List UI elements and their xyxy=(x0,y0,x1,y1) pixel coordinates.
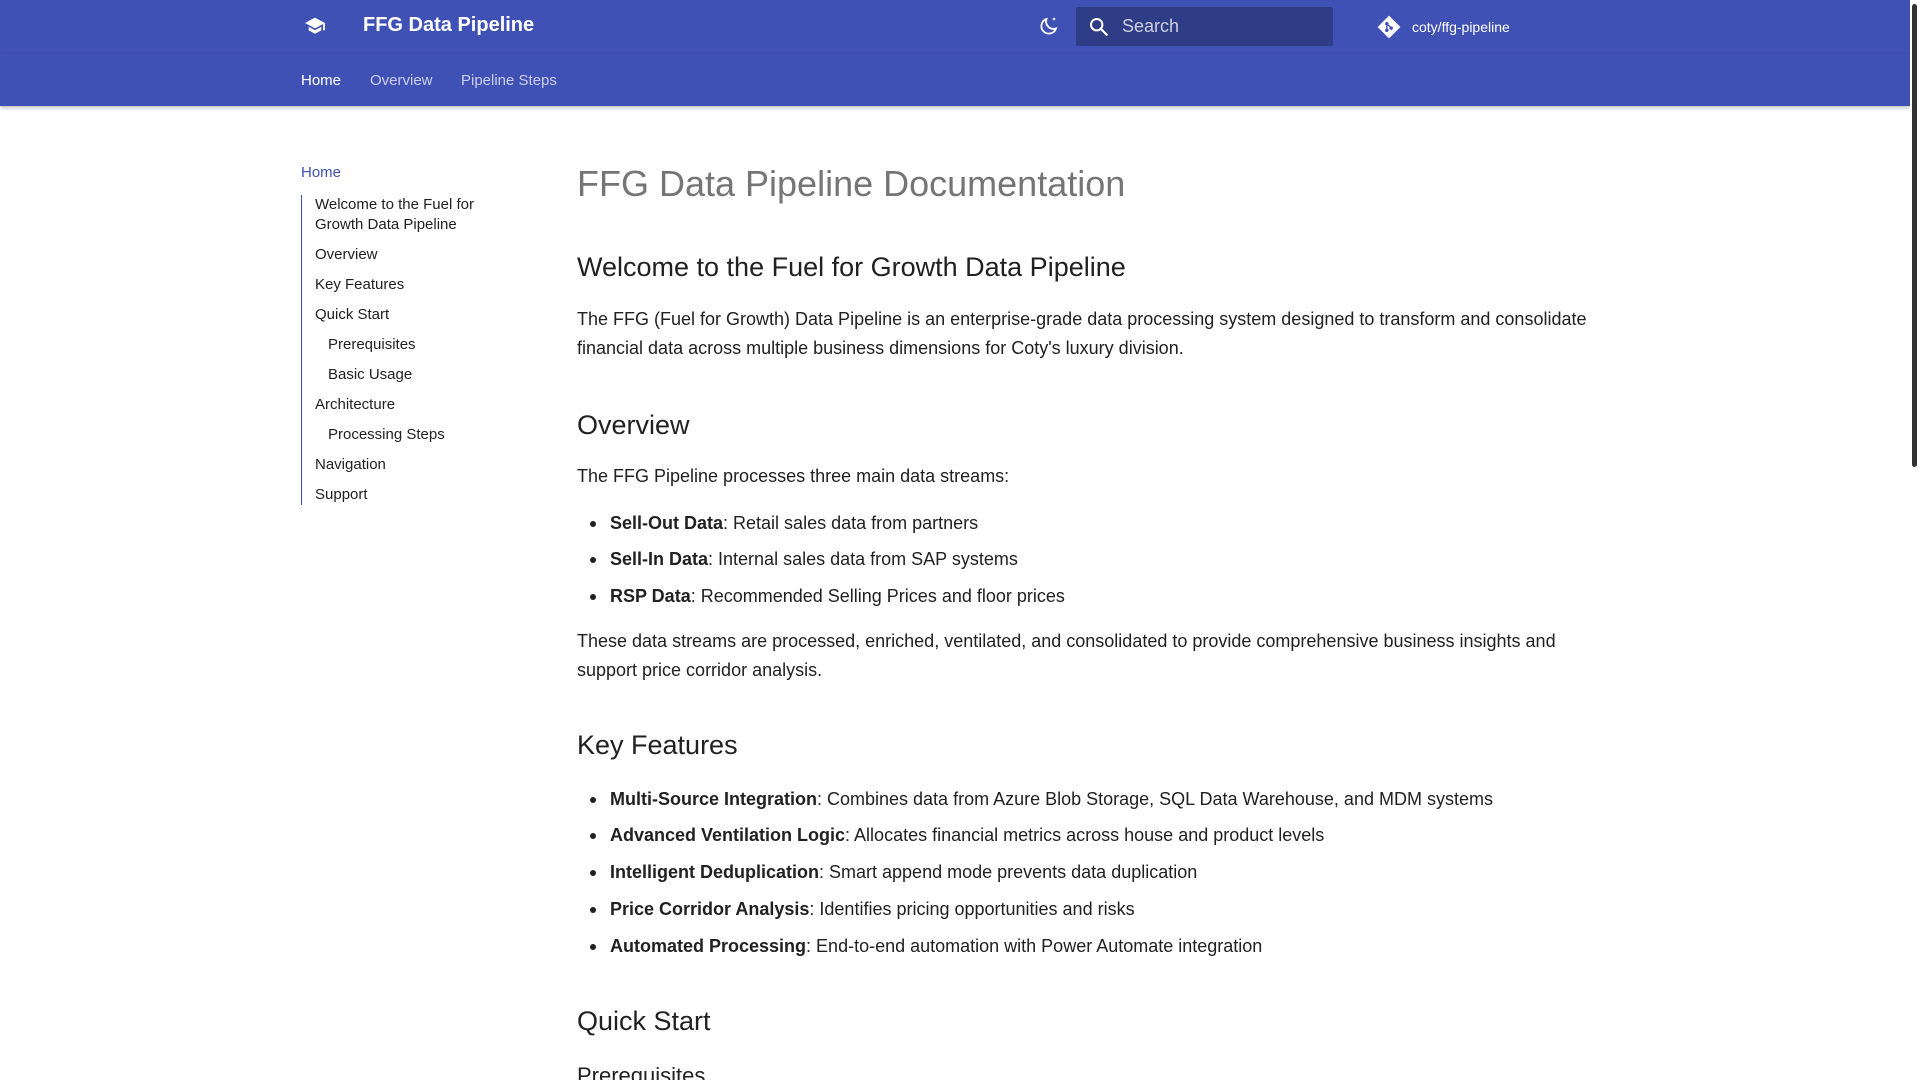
toc-item-overview[interactable]: Overview xyxy=(315,245,516,265)
tab-pipeline-steps[interactable]: Pipeline Steps xyxy=(461,72,557,89)
list-item-term: Sell-Out Data xyxy=(610,513,724,533)
tab-overview[interactable]: Overview xyxy=(370,72,433,89)
repo-link[interactable]: coty/ffg-pipeline xyxy=(1375,14,1510,40)
list-item-term: Automated Processing xyxy=(610,936,807,956)
list-item-desc: : Retail sales data from partners xyxy=(723,513,979,533)
tabs-bar xyxy=(0,54,1910,106)
toc-item-processing-steps[interactable]: Processing Steps xyxy=(315,425,516,445)
list-item: Sell-In Data: Internal sales data from S… xyxy=(590,547,1018,571)
search-input[interactable] xyxy=(1122,7,1327,46)
toc-item-key-features[interactable]: Key Features xyxy=(315,275,516,295)
heading-welcome: Welcome to the Fuel for Growth Data Pipe… xyxy=(577,252,1126,282)
site-title[interactable]: FFG Data Pipeline xyxy=(363,14,534,37)
list-item: Multi-Source Integration: Combines data … xyxy=(590,787,1493,811)
list-item-desc: : Smart append mode prevents data duplic… xyxy=(819,862,1198,882)
list-item-term: Advanced Ventilation Logic xyxy=(610,825,846,845)
toc-item-quick-start[interactable]: Quick Start xyxy=(315,305,516,325)
sidebar-nav: Home Welcome to the Fuel for Growth Data… xyxy=(301,164,516,515)
heading-key-features: Key Features xyxy=(577,730,738,760)
list-item-term: RSP Data xyxy=(610,586,691,606)
page-title: FFG Data Pipeline Documentation xyxy=(577,163,1126,204)
tab-home[interactable]: Home xyxy=(301,72,341,89)
table-of-contents: Welcome to the Fuel for Growth Data Pipe… xyxy=(301,195,516,505)
scrollbar-thumb[interactable] xyxy=(1912,4,1917,467)
overview-intro: The FFG Pipeline processes three main da… xyxy=(577,466,1010,486)
toc-item-basic-usage[interactable]: Basic Usage xyxy=(315,365,516,385)
list-item: Advanced Ventilation Logic: Allocates fi… xyxy=(589,823,1325,847)
search-box[interactable] xyxy=(1076,7,1333,46)
header-bar: FFG Data Pipeline coty/ffg-pipeline xyxy=(0,0,1910,54)
git-icon xyxy=(1375,13,1403,41)
list-item-desc: : Allocates financial metrics across hou… xyxy=(845,825,1325,845)
list-item-desc: : Identifies pricing opportunities and r… xyxy=(809,899,1135,919)
list-item-desc: : End-to-end automation with Power Autom… xyxy=(806,936,1263,956)
toc-item-prerequisites[interactable]: Prerequisites xyxy=(315,335,516,355)
heading-quick-start: Quick Start xyxy=(577,1006,711,1036)
list-item-term: Multi-Source Integration xyxy=(610,789,817,809)
toc-item-navigation[interactable]: Navigation xyxy=(315,455,516,475)
list-item-desc: : Internal sales data from SAP systems xyxy=(708,549,1018,569)
theme-toggle-moon-icon[interactable] xyxy=(1034,11,1064,41)
sidebar-item-home[interactable]: Home xyxy=(301,164,516,181)
search-icon xyxy=(1088,16,1110,38)
list-item-term: Sell-In Data xyxy=(610,549,709,569)
heading-prerequisites: Prerequisites xyxy=(577,1063,706,1080)
list-item-term: Price Corridor Analysis xyxy=(610,899,810,919)
overview-outro: These data streams are processed, enrich… xyxy=(577,631,1556,680)
toc-item-architecture[interactable]: Architecture xyxy=(315,395,516,415)
toc-item-welcome[interactable]: Welcome to the Fuel for Growth Data Pipe… xyxy=(315,195,516,235)
list-item: Price Corridor Analysis: Identifies pric… xyxy=(590,897,1135,921)
list-item: RSP Data: Recommended Selling Prices and… xyxy=(590,584,1065,608)
toc-item-support[interactable]: Support xyxy=(315,485,516,505)
list-item: Intelligent Deduplication: Smart append … xyxy=(589,860,1198,884)
book-open-icon[interactable] xyxy=(300,11,330,41)
list-item: Sell-Out Data: Retail sales data from pa… xyxy=(589,511,979,535)
welcome-paragraph: The FFG (Fuel for Growth) Data Pipeline … xyxy=(577,309,1587,358)
repo-name: coty/ffg-pipeline xyxy=(1412,19,1510,35)
list-item-term: Intelligent Deduplication xyxy=(610,862,820,882)
list-item-desc: : Recommended Selling Prices and floor p… xyxy=(690,586,1065,606)
list-item-desc: : Combines data from Azure Blob Storage,… xyxy=(817,789,1493,809)
heading-overview: Overview xyxy=(577,410,690,440)
list-item: Automated Processing: End-to-end automat… xyxy=(589,934,1263,958)
